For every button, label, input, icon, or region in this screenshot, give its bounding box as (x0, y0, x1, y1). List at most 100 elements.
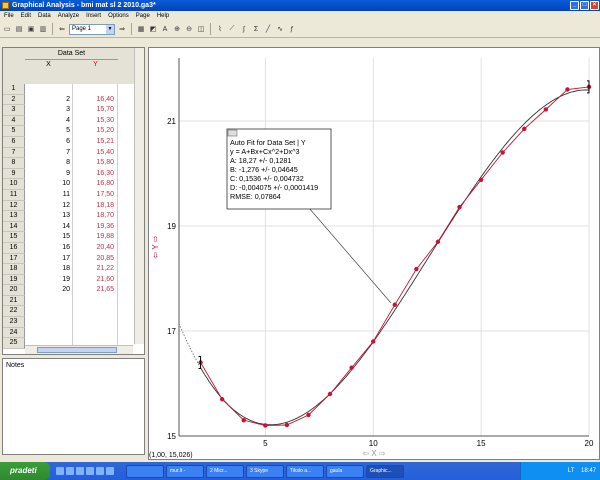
row-number[interactable]: 2 (3, 94, 25, 106)
cell-x[interactable]: 16 (25, 242, 73, 254)
row-number[interactable]: 11 (3, 189, 25, 201)
row-number[interactable]: 7 (3, 147, 25, 159)
menu-insert[interactable]: Insert (86, 11, 101, 21)
row-number[interactable]: 20 (3, 285, 25, 296)
cell-x[interactable] (25, 317, 73, 328)
cell-y[interactable] (73, 327, 118, 339)
data-point[interactable] (392, 302, 397, 307)
data-point[interactable] (522, 126, 527, 132)
cell-y[interactable]: 16,80 (73, 179, 118, 190)
table-row[interactable]: 23 (3, 317, 144, 328)
close-button[interactable]: × (590, 1, 599, 10)
data-point[interactable] (457, 204, 462, 210)
cell-y[interactable]: 16,40 (73, 94, 118, 106)
table-row[interactable]: 16 16 20,40 (3, 242, 144, 254)
cell-y[interactable]: 20,40 (73, 242, 118, 254)
cell-y[interactable]: 15,30 (73, 115, 118, 127)
examine-icon[interactable]: ⌇ (215, 24, 225, 34)
cell-x[interactable] (25, 306, 73, 318)
cell-x[interactable]: 11 (25, 189, 73, 201)
graph-icon[interactable]: ◩ (148, 24, 158, 34)
table-row[interactable]: 19 19 21,60 (3, 274, 144, 286)
table-row[interactable]: 1 (3, 84, 144, 95)
cell-y[interactable] (73, 317, 118, 328)
table-row[interactable]: 10 10 16,80 (3, 179, 144, 190)
graph-chart[interactable]: 5 10 15 20 15 17 19 21 ⇦ X ⇨ ⇦ Y ⇨ Auto Fit for Da… (149, 48, 599, 459)
taskbar-task-button[interactable] (126, 464, 164, 478)
cell-x[interactable]: 17 (25, 253, 73, 265)
cell-x[interactable]: 10 (25, 179, 73, 190)
table-row[interactable]: 14 14 19,36 (3, 221, 144, 233)
row-number[interactable]: 4 (3, 115, 25, 127)
data-point[interactable] (500, 150, 505, 155)
cell-y[interactable] (73, 295, 118, 307)
cell-y[interactable]: 18,70 (73, 211, 118, 222)
row-number[interactable]: 23 (3, 317, 25, 328)
table-row[interactable]: 20 20 21,65 (3, 285, 144, 296)
print-icon[interactable]: ▥ (38, 24, 48, 34)
table-row[interactable]: 15 15 19,88 (3, 232, 144, 243)
cell-x[interactable] (25, 327, 73, 339)
data-point[interactable] (219, 397, 225, 402)
column-header-x[interactable]: X (25, 61, 72, 68)
cell-x[interactable] (25, 84, 73, 95)
scrollbar-thumb[interactable] (37, 347, 117, 353)
cell-y[interactable]: 19,88 (73, 232, 118, 243)
cell-x[interactable]: 3 (25, 105, 73, 116)
menu-data[interactable]: Data (38, 11, 51, 21)
table-vertical-scrollbar[interactable] (134, 48, 144, 344)
minimize-button[interactable]: _ (570, 1, 579, 10)
row-number[interactable]: 24 (3, 327, 25, 339)
cell-y[interactable] (73, 306, 118, 318)
cell-x[interactable]: 4 (25, 115, 73, 127)
taskbar-task-button[interactable]: 3 Skype (246, 464, 284, 478)
cell-x[interactable]: 12 (25, 200, 73, 212)
table-row[interactable]: 3 3 15,70 (3, 105, 144, 116)
linear-fit-icon[interactable]: ╱ (263, 24, 273, 34)
cell-y[interactable]: 18,18 (73, 200, 118, 212)
table-row[interactable]: 7 7 15,40 (3, 147, 144, 159)
page-selector[interactable]: Page 1 ▼ (69, 23, 115, 35)
cell-y[interactable]: 15,70 (73, 105, 118, 116)
table-row[interactable]: 12 12 18,18 (3, 200, 144, 212)
column-header-y[interactable]: Y (73, 61, 118, 68)
table-row[interactable]: 5 5 15,20 (3, 126, 144, 137)
data-point[interactable] (565, 87, 570, 92)
next-page-icon[interactable]: ⇒ (117, 24, 127, 34)
quick-launch-icon[interactable] (76, 467, 84, 475)
table-icon[interactable]: ▦ (136, 24, 146, 34)
data-point[interactable] (435, 239, 441, 244)
fit-box-close-icon[interactable] (227, 129, 238, 137)
row-number[interactable]: 17 (3, 253, 25, 265)
data-set-name[interactable]: Data Set (25, 50, 118, 60)
language-indicator[interactable]: LT (568, 468, 574, 474)
cell-y[interactable]: 16,30 (73, 168, 118, 180)
table-row[interactable]: 2 2 16,40 (3, 94, 144, 106)
table-row[interactable]: 13 13 18,70 (3, 211, 144, 222)
data-point[interactable] (306, 412, 311, 418)
row-number[interactable]: 5 (3, 126, 25, 137)
row-number[interactable]: 9 (3, 168, 25, 180)
row-number[interactable]: 21 (3, 295, 25, 307)
quick-launch-icon[interactable] (106, 467, 114, 475)
cell-x[interactable]: 15 (25, 232, 73, 243)
cell-x[interactable]: 19 (25, 274, 73, 286)
cell-x[interactable]: 13 (25, 211, 73, 222)
row-number[interactable]: 13 (3, 211, 25, 222)
row-number[interactable]: 25 (3, 338, 25, 349)
cell-y[interactable]: 15,40 (73, 147, 118, 159)
cell-x[interactable]: 7 (25, 147, 73, 159)
row-number[interactable]: 3 (3, 105, 25, 116)
cell-y[interactable]: 15,80 (73, 158, 118, 169)
quick-launch-icon[interactable] (56, 467, 64, 475)
data-point[interactable] (478, 177, 484, 182)
new-file-icon[interactable]: ▭ (2, 24, 12, 34)
taskbar-task-button[interactable]: mur.lt - (166, 464, 204, 478)
model-icon[interactable]: ƒ (287, 24, 297, 34)
table-horizontal-scrollbar[interactable] (25, 345, 133, 354)
menu-file[interactable]: File (4, 11, 14, 21)
table-row[interactable]: 24 (3, 327, 144, 339)
zoom-out-icon[interactable]: ⊖ (184, 24, 194, 34)
data-point[interactable] (241, 418, 246, 423)
quick-launch-icon[interactable] (66, 467, 74, 475)
